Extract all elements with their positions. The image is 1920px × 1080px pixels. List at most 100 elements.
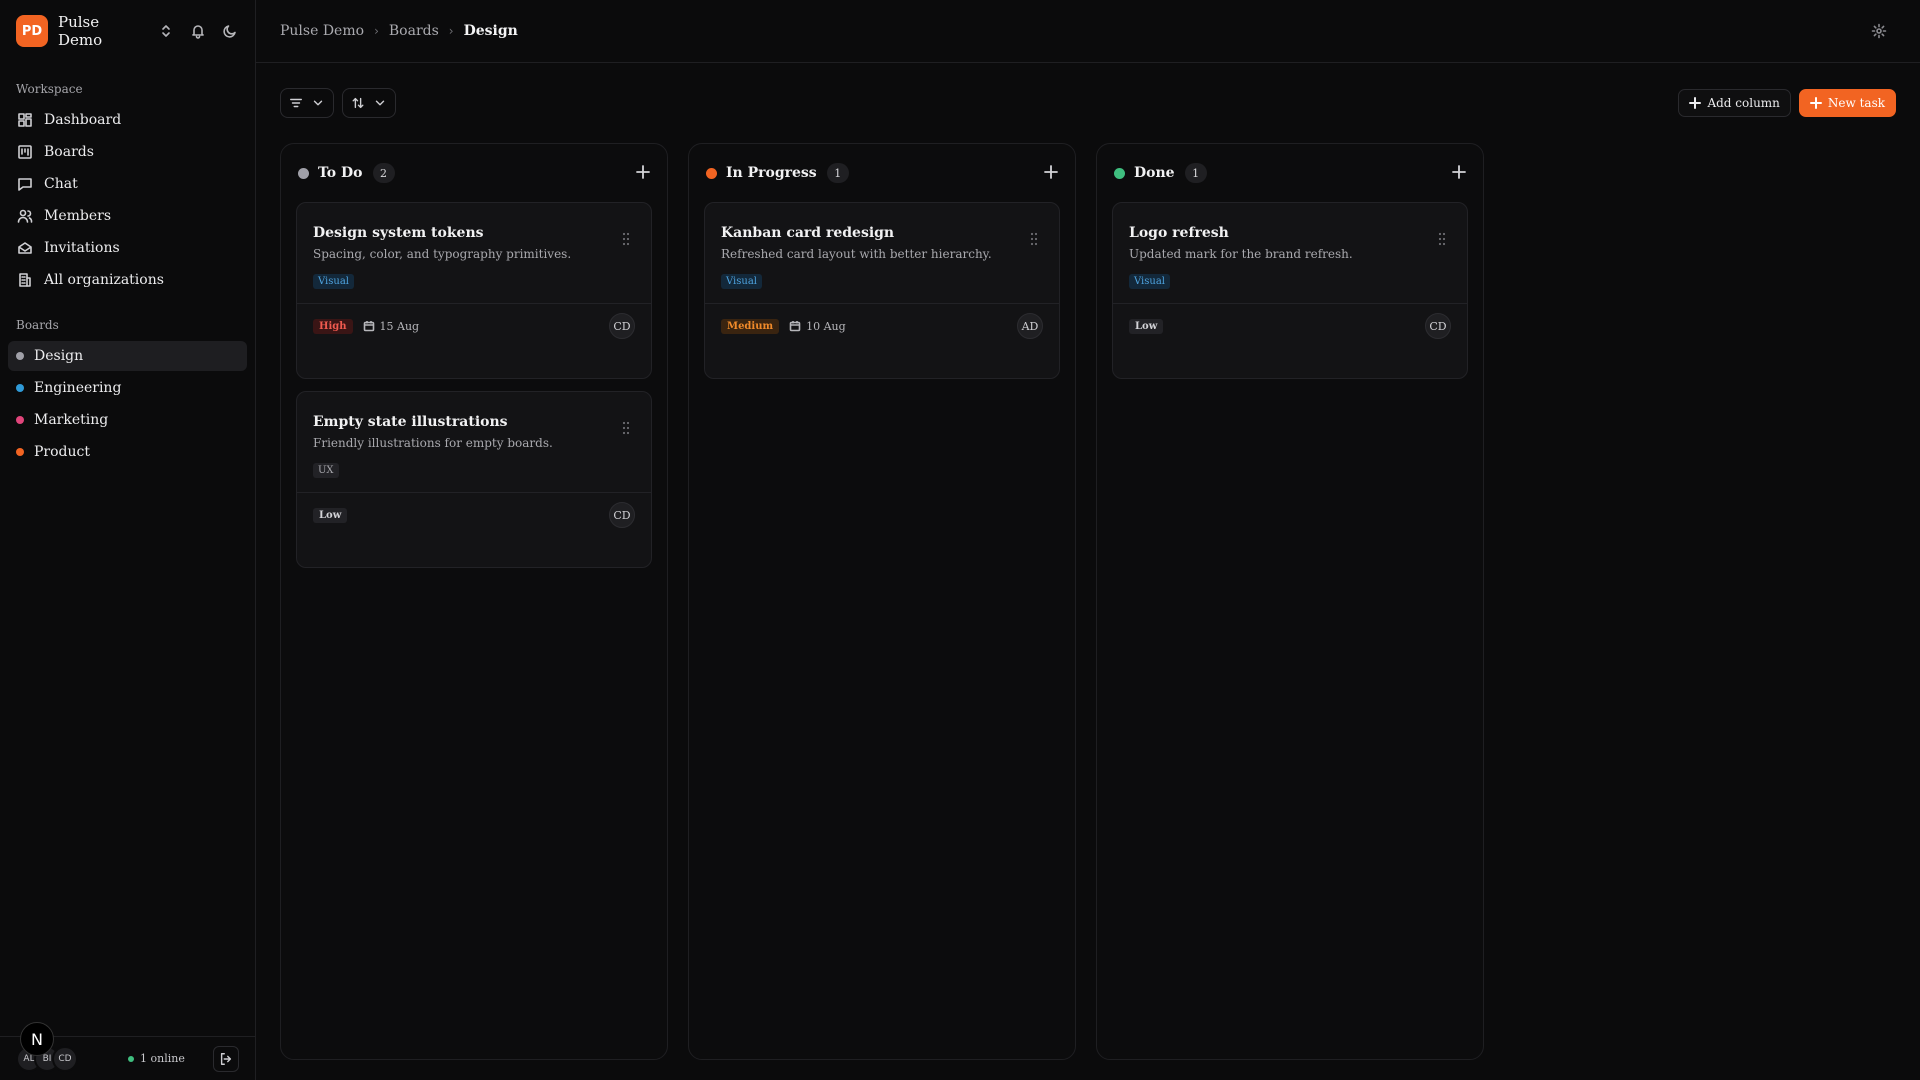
n-badge[interactable]: N xyxy=(20,1022,54,1056)
breadcrumb: Pulse Demo › Boards › Design xyxy=(280,23,1870,39)
filter-icon xyxy=(290,98,302,108)
sidebar-item-dashboard[interactable]: Dashboard xyxy=(0,104,255,136)
app-root: PD Pulse Demo Workspace Dashboard Boards xyxy=(0,0,1920,1080)
breadcrumb-section[interactable]: Boards xyxy=(389,23,439,39)
column-title: Done xyxy=(1134,165,1175,181)
drag-handle-icon[interactable] xyxy=(621,231,631,250)
column-color-dot xyxy=(1114,167,1125,179)
sidebar-item-members[interactable]: Members xyxy=(0,200,255,232)
card-tag: Visual xyxy=(313,274,354,289)
card-description: Updated mark for the brand refresh. xyxy=(1129,247,1353,261)
sidebar: PD Pulse Demo Workspace Dashboard Boards xyxy=(0,0,256,1080)
org-name: Pulse Demo xyxy=(58,13,103,49)
drag-handle-icon[interactable] xyxy=(621,420,631,439)
sidebar-item-chat[interactable]: Chat xyxy=(0,168,255,200)
sidebar-item-boards[interactable]: Boards xyxy=(0,136,255,168)
add-column-label: Add column xyxy=(1707,96,1780,110)
assignee-avatar[interactable]: AD xyxy=(1017,313,1043,339)
calendar-icon xyxy=(789,321,801,332)
new-task-label: New task xyxy=(1827,96,1885,110)
sidebar-item-label: Chat xyxy=(44,176,78,192)
chevron-down-icon xyxy=(313,100,323,106)
column-title: To Do xyxy=(318,165,363,181)
board-color-dot xyxy=(16,416,24,424)
drag-handle-icon[interactable] xyxy=(1437,231,1447,250)
sidebar-board-product[interactable]: Product xyxy=(8,437,247,467)
sidebar-item-label: Dashboard xyxy=(44,112,122,128)
card-tag: Visual xyxy=(1129,274,1170,289)
sidebar-item-label: Invitations xyxy=(44,240,120,256)
sidebar-item-label: All organizations xyxy=(44,272,164,288)
org-switcher[interactable]: PD Pulse Demo xyxy=(0,0,255,62)
sidebar-board-marketing[interactable]: Marketing xyxy=(8,405,247,435)
sidebar-board-label: Marketing xyxy=(34,412,109,428)
card-footer: Medium 10 Aug AD xyxy=(721,304,1043,348)
assignee-avatar[interactable]: CD xyxy=(609,502,635,528)
column-title: In Progress xyxy=(726,165,817,181)
card-description: Refreshed card layout with better hierar… xyxy=(721,247,992,261)
plus-icon xyxy=(1809,97,1822,109)
members-icon xyxy=(16,207,34,225)
avatar[interactable]: CD xyxy=(52,1045,78,1072)
column-header: Done 1 xyxy=(1112,158,1468,188)
sidebar-item-label: Members xyxy=(44,208,112,224)
breadcrumb-root[interactable]: Pulse Demo xyxy=(280,23,364,39)
priority-badge: Low xyxy=(313,507,348,523)
boards-icon xyxy=(16,143,34,161)
due-date-text: 10 Aug xyxy=(806,319,846,333)
filter-button[interactable] xyxy=(280,88,334,118)
sort-button[interactable] xyxy=(342,88,396,118)
priority-badge: Medium xyxy=(721,318,780,334)
card-footer: Low CD xyxy=(1129,304,1451,348)
org-avatar: PD xyxy=(16,15,48,47)
workspace-section-label: Workspace xyxy=(16,82,83,96)
add-column-button[interactable]: Add column xyxy=(1678,89,1791,117)
task-card[interactable]: Empty state illustrations Friendly illus… xyxy=(296,391,652,568)
column-count: 2 xyxy=(372,163,395,183)
new-task-button[interactable]: New task xyxy=(1798,89,1896,117)
due-date: 10 Aug xyxy=(789,320,846,333)
sort-icon xyxy=(352,97,364,109)
logout-icon xyxy=(220,1052,232,1065)
sidebar-item-invitations[interactable]: Invitations xyxy=(0,232,255,264)
add-card-button[interactable] xyxy=(636,164,650,183)
column-header: In Progress 1 xyxy=(704,158,1060,188)
dashboard-icon xyxy=(16,111,34,129)
task-card[interactable]: Kanban card redesign Refreshed card layo… xyxy=(704,202,1060,379)
sidebar-board-engineering[interactable]: Engineering xyxy=(8,373,247,403)
boards-section-label: Boards xyxy=(16,318,59,332)
chevron-down-icon xyxy=(375,100,385,106)
online-status: 1 online xyxy=(128,1052,203,1065)
chat-icon xyxy=(16,175,34,193)
gear-icon[interactable] xyxy=(1870,22,1888,40)
invitations-icon xyxy=(16,239,34,257)
assignee-avatar[interactable]: CD xyxy=(609,313,635,339)
bell-icon[interactable] xyxy=(189,22,207,40)
card-footer: Low CD xyxy=(313,493,635,537)
due-date-text: 15 Aug xyxy=(379,319,420,333)
main-content: Pulse Demo › Boards › Design Add column … xyxy=(256,0,1920,1080)
moon-icon[interactable] xyxy=(221,22,239,40)
priority-badge: High xyxy=(313,318,353,334)
logout-button[interactable] xyxy=(213,1045,239,1072)
column-todo: To Do 2 Design system tokens Spacing, co… xyxy=(280,143,668,1060)
column-count: 1 xyxy=(1184,163,1207,183)
sidebar-board-design[interactable]: Design xyxy=(8,341,247,371)
chevron-up-down-icon[interactable] xyxy=(157,22,175,40)
card-title: Design system tokens xyxy=(313,225,484,241)
column-header: To Do 2 xyxy=(296,158,652,188)
task-card[interactable]: Design system tokens Spacing, color, and… xyxy=(296,202,652,379)
column-color-dot xyxy=(298,167,309,179)
card-description: Spacing, color, and typography primitive… xyxy=(313,247,572,261)
organizations-icon xyxy=(16,271,34,289)
sidebar-item-all-organizations[interactable]: All organizations xyxy=(0,264,255,296)
drag-handle-icon[interactable] xyxy=(1029,231,1039,250)
task-card[interactable]: Logo refresh Updated mark for the brand … xyxy=(1112,202,1468,379)
assignee-avatar[interactable]: CD xyxy=(1425,313,1451,339)
add-card-button[interactable] xyxy=(1452,164,1466,183)
board-color-dot xyxy=(16,352,24,360)
online-dot xyxy=(128,1055,134,1062)
due-date: 15 Aug xyxy=(363,319,420,333)
column-color-dot xyxy=(706,167,717,179)
add-card-button[interactable] xyxy=(1044,164,1058,183)
